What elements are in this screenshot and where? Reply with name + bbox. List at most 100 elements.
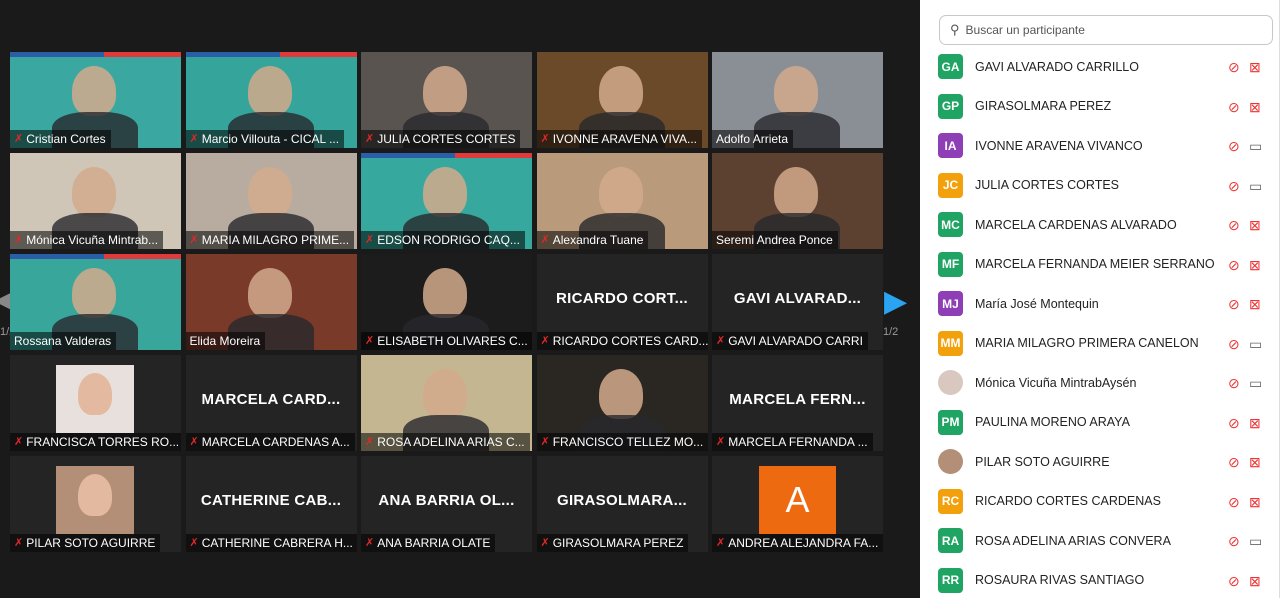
participant-name: ROSAURA RIVAS SANTIAGO bbox=[975, 573, 1145, 588]
video-tile[interactable]: ✗ Alexandra Tuane bbox=[536, 153, 708, 249]
tile-participant-name: Cristian Cortes bbox=[26, 132, 106, 146]
mic-muted-icon[interactable]: ⊘ bbox=[1228, 217, 1240, 234]
video-tile[interactable]: MARCELA FERN... ✗ MARCELA FERNANDA ... bbox=[712, 355, 883, 451]
camera-off-icon[interactable]: ⊠ bbox=[1249, 494, 1261, 511]
camera-off-icon[interactable]: ⊠ bbox=[1249, 573, 1261, 590]
muted-mic-icon: ✗ bbox=[14, 436, 24, 448]
camera-on-icon[interactable]: ▭ bbox=[1249, 336, 1262, 353]
participant-row[interactable]: RR ROSAURA RIVAS SANTIAGO ⊘ ⊠ bbox=[938, 561, 1280, 598]
camera-off-icon[interactable]: ⊠ bbox=[1249, 296, 1261, 313]
camera-on-icon[interactable]: ▭ bbox=[1249, 375, 1262, 392]
mic-muted-icon[interactable]: ⊘ bbox=[1228, 178, 1240, 195]
tile-participant-name: FRANCISCO TELLEZ MO... bbox=[552, 435, 704, 449]
mic-muted-icon[interactable]: ⊘ bbox=[1228, 573, 1240, 590]
name-tag: Rossana Valderas bbox=[10, 332, 117, 350]
video-tile[interactable]: MARCELA CARD... ✗ MARCELA CARDENAS A... bbox=[185, 355, 357, 451]
muted-mic-icon: ✗ bbox=[189, 436, 199, 448]
video-tile[interactable]: GAVI ALVARAD... ✗ GAVI ALVARADO CARRI bbox=[712, 254, 883, 350]
mic-muted-icon[interactable]: ⊘ bbox=[1228, 138, 1240, 155]
participant-display-name: RICARDO CORT... bbox=[556, 290, 688, 307]
participant-name: MARIA MILAGRO PRIMERA CANELON bbox=[975, 336, 1199, 351]
mic-muted-icon[interactable]: ⊘ bbox=[1228, 533, 1240, 550]
tile-participant-name: ANDREA ALEJANDRA FA... bbox=[728, 536, 879, 550]
camera-off-icon[interactable]: ⊠ bbox=[1249, 454, 1261, 471]
camera-off-icon[interactable]: ⊠ bbox=[1249, 99, 1261, 116]
next-page-arrow-icon[interactable]: ▶ bbox=[884, 284, 907, 319]
participant-initials-avatar: JC bbox=[938, 172, 963, 198]
video-tile[interactable]: ✗ IVONNE ARAVENA VIVA... bbox=[536, 52, 708, 148]
mic-muted-icon[interactable]: ⊘ bbox=[1228, 99, 1240, 116]
tile-participant-name: Marcio Villouta - CICAL ... bbox=[201, 132, 340, 146]
name-tag: ✗ ROSA ADELINA ARIAS C... bbox=[361, 433, 530, 451]
video-tile[interactable]: ✗ FRANCISCO TELLEZ MO... bbox=[536, 355, 708, 451]
participant-row[interactable]: GP GIRASOLMARA PEREZ ⊘ ⊠ bbox=[938, 87, 1280, 127]
participant-search[interactable]: ⚲ bbox=[939, 15, 1273, 45]
mic-muted-icon[interactable]: ⊘ bbox=[1228, 454, 1240, 471]
participant-row[interactable]: IA IVONNE ARAVENA VIVANCO ⊘ ▭ bbox=[938, 126, 1280, 166]
mic-muted-icon[interactable]: ⊘ bbox=[1228, 59, 1240, 76]
video-tile[interactable]: ✗ ROSA ADELINA ARIAS C... bbox=[361, 355, 532, 451]
video-tile[interactable]: ✗ EDSON RODRIGO CAQ... bbox=[361, 153, 532, 249]
name-tag: ✗ ANA BARRIA OLATE bbox=[361, 534, 496, 552]
background-banner bbox=[361, 153, 532, 158]
participant-name: GIRASOLMARA PEREZ bbox=[975, 99, 1112, 114]
mic-muted-icon[interactable]: ⊘ bbox=[1228, 296, 1240, 313]
participant-row[interactable]: Mónica Vicuña MintrabAysén ⊘ ▭ bbox=[938, 363, 1280, 403]
video-tile[interactable]: CATHERINE CAB... ✗ CATHERINE CABRERA H... bbox=[185, 456, 357, 552]
participant-row[interactable]: MF MARCELA FERNANDA MEIER SERRANO ⊘ ⊠ bbox=[938, 245, 1280, 285]
camera-on-icon[interactable]: ▭ bbox=[1249, 533, 1262, 550]
participant-row[interactable]: GA GAVI ALVARADO CARRILLO ⊘ ⊠ bbox=[938, 47, 1280, 87]
video-tile[interactable]: Elida Moreira bbox=[185, 254, 357, 350]
participant-row[interactable]: RA ROSA ADELINA ARIAS CONVERA ⊘ ▭ bbox=[938, 521, 1280, 561]
participant-row[interactable]: PM PAULINA MORENO ARAYA ⊘ ⊠ bbox=[938, 403, 1280, 443]
video-tile[interactable]: GIRASOLMARA... ✗ GIRASOLMARA PEREZ bbox=[536, 456, 708, 552]
muted-mic-icon: ✗ bbox=[365, 234, 375, 246]
name-tag: ✗ JULIA CORTES CORTES bbox=[361, 130, 521, 148]
camera-off-icon[interactable]: ⊠ bbox=[1249, 257, 1261, 274]
video-tile[interactable]: A ✗ ANDREA ALEJANDRA FA... bbox=[712, 456, 883, 552]
video-tile[interactable]: ✗ FRANCISCA TORRES RO... bbox=[10, 355, 181, 451]
video-tile[interactable]: ✗ ELISABETH OLIVARES C... bbox=[361, 254, 532, 350]
camera-on-icon[interactable]: ▭ bbox=[1249, 138, 1262, 155]
camera-off-icon[interactable]: ⊠ bbox=[1249, 217, 1261, 234]
tile-participant-name: ANA BARRIA OLATE bbox=[377, 536, 491, 550]
muted-mic-icon: ✗ bbox=[189, 234, 199, 246]
participant-display-name: MARCELA FERN... bbox=[729, 391, 866, 408]
mic-muted-icon[interactable]: ⊘ bbox=[1228, 494, 1240, 511]
video-tile[interactable]: ANA BARRIA OL... ✗ ANA BARRIA OLATE bbox=[361, 456, 532, 552]
participant-initials-avatar: RA bbox=[938, 528, 963, 554]
participant-row[interactable]: JC JULIA CORTES CORTES ⊘ ▭ bbox=[938, 166, 1280, 206]
mic-muted-icon[interactable]: ⊘ bbox=[1228, 336, 1240, 353]
tile-participant-name: Adolfo Arrieta bbox=[716, 132, 789, 146]
name-tag: ✗ ELISABETH OLIVARES C... bbox=[361, 332, 532, 350]
participant-row[interactable]: MC MARCELA CARDENAS ALVARADO ⊘ ⊠ bbox=[938, 205, 1280, 245]
camera-on-icon[interactable]: ▭ bbox=[1249, 178, 1262, 195]
participant-face bbox=[598, 369, 643, 419]
video-tile[interactable]: ✗ MARIA MILAGRO PRIME... bbox=[185, 153, 357, 249]
search-input[interactable] bbox=[965, 23, 1246, 37]
video-tile[interactable]: Rossana Valderas bbox=[10, 254, 181, 350]
video-tile[interactable]: ✗ JULIA CORTES CORTES bbox=[361, 52, 532, 148]
muted-mic-icon: ✗ bbox=[716, 436, 726, 448]
video-tile[interactable]: ✗ Marcio Villouta - CICAL ... bbox=[185, 52, 357, 148]
participant-face bbox=[78, 474, 112, 516]
participant-display-name: ANA BARRIA OL... bbox=[378, 492, 515, 509]
participant-row[interactable]: RC RICARDO CORTES CARDENAS ⊘ ⊠ bbox=[938, 482, 1280, 522]
participant-row[interactable]: MJ María José Montequin ⊘ ⊠ bbox=[938, 284, 1280, 324]
video-tile[interactable]: RICARDO CORT... ✗ RICARDO CORTES CARD... bbox=[536, 254, 708, 350]
participant-row[interactable]: MM MARIA MILAGRO PRIMERA CANELON ⊘ ▭ bbox=[938, 324, 1280, 364]
video-tile[interactable]: ✗ Cristian Cortes bbox=[10, 52, 181, 148]
tile-participant-name: IVONNE ARAVENA VIVA... bbox=[552, 132, 697, 146]
mic-muted-icon[interactable]: ⊘ bbox=[1228, 415, 1240, 432]
name-tag: ✗ Mónica Vicuña Mintrab... bbox=[10, 231, 164, 249]
mic-muted-icon[interactable]: ⊘ bbox=[1228, 257, 1240, 274]
camera-off-icon[interactable]: ⊠ bbox=[1249, 415, 1261, 432]
camera-off-icon[interactable]: ⊠ bbox=[1249, 59, 1261, 76]
video-tile[interactable]: Seremi Andrea Ponce bbox=[712, 153, 883, 249]
mic-muted-icon[interactable]: ⊘ bbox=[1228, 375, 1240, 392]
participant-row[interactable]: PILAR SOTO AGUIRRE ⊘ ⊠ bbox=[938, 442, 1280, 482]
video-tile[interactable]: Adolfo Arrieta bbox=[712, 52, 883, 148]
video-tile[interactable]: ✗ PILAR SOTO AGUIRRE bbox=[10, 456, 181, 552]
video-tile[interactable]: ✗ Mónica Vicuña Mintrab... bbox=[10, 153, 181, 249]
participant-initials-avatar: MJ bbox=[938, 291, 963, 317]
